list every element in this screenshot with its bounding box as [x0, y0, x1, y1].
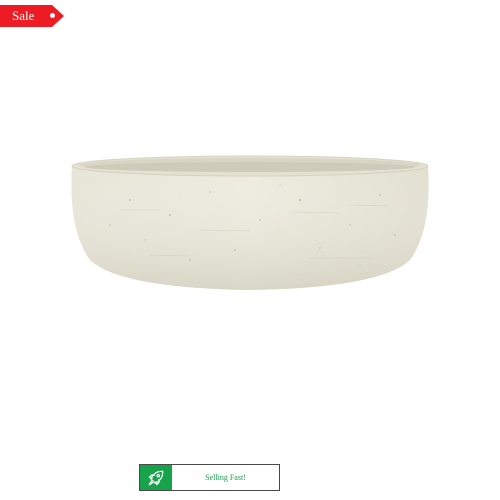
product-image[interactable] [50, 130, 450, 310]
sale-tag: Sale [0, 5, 64, 27]
tag-hole-icon [50, 13, 55, 18]
badge-label: Selling Fast! [205, 473, 246, 482]
sale-tag-label: Sale [12, 8, 35, 23]
rocket-icon [140, 465, 172, 490]
selling-fast-badge: Selling Fast! [139, 464, 280, 491]
